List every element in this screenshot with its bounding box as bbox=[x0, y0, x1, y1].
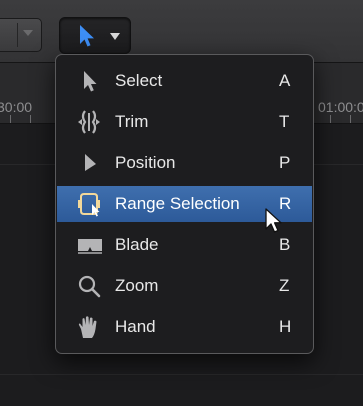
position-icon bbox=[85, 154, 96, 171]
blade-icon bbox=[78, 239, 102, 254]
menu-item-label: Range Selection bbox=[115, 194, 240, 213]
menu-item-label: Position bbox=[115, 153, 176, 172]
ruler-timecode-left: 30:00 bbox=[0, 99, 33, 115]
ruler-tick bbox=[30, 115, 31, 123]
chevron-down-icon bbox=[23, 30, 33, 36]
menu-item-label: Hand bbox=[115, 317, 156, 336]
menu-item-hand[interactable]: Hand H bbox=[57, 309, 312, 345]
range-selection-icon bbox=[78, 193, 100, 217]
menu-item-label: Select bbox=[115, 71, 163, 90]
tool-popup-menu: Select A Trim T Position P Range Selecti… bbox=[55, 54, 314, 354]
timeline-lane-divider bbox=[0, 374, 363, 375]
previous-tool-control[interactable] bbox=[0, 18, 42, 52]
ruler-timecode-right: 01:00:0 bbox=[318, 99, 363, 115]
menu-item-label: Trim bbox=[115, 112, 149, 131]
control-divider bbox=[17, 23, 18, 47]
menu-item-shortcut: T bbox=[279, 112, 290, 131]
ruler-tick bbox=[10, 115, 11, 123]
hand-icon bbox=[78, 316, 97, 338]
menu-item-label: Blade bbox=[115, 235, 159, 254]
menu-item-shortcut: H bbox=[279, 317, 292, 336]
ruler-tick bbox=[350, 115, 351, 123]
zoom-icon bbox=[78, 275, 101, 298]
select-arrow-icon bbox=[80, 25, 94, 47]
menu-item-label: Zoom bbox=[115, 276, 159, 295]
menu-item-zoom[interactable]: Zoom Z bbox=[57, 268, 312, 304]
menu-item-shortcut: Z bbox=[279, 276, 290, 295]
menu-item-shortcut: P bbox=[279, 153, 291, 172]
ruler-tick bbox=[330, 115, 331, 123]
timeline-window: 30:00 01:00:0 Select A Trim T Position P… bbox=[0, 0, 363, 406]
mouse-pointer-icon bbox=[265, 208, 282, 233]
menu-item-trim[interactable]: Trim T bbox=[57, 104, 312, 140]
menu-item-position[interactable]: Position P bbox=[57, 145, 312, 181]
tool-menu-button[interactable] bbox=[59, 17, 131, 54]
select-arrow-icon bbox=[84, 71, 97, 92]
trim-icon bbox=[78, 110, 100, 134]
chevron-down-icon bbox=[110, 33, 120, 40]
menu-item-shortcut: B bbox=[279, 235, 291, 254]
menu-item-select[interactable]: Select A bbox=[57, 63, 312, 99]
menu-item-shortcut: A bbox=[279, 71, 291, 90]
